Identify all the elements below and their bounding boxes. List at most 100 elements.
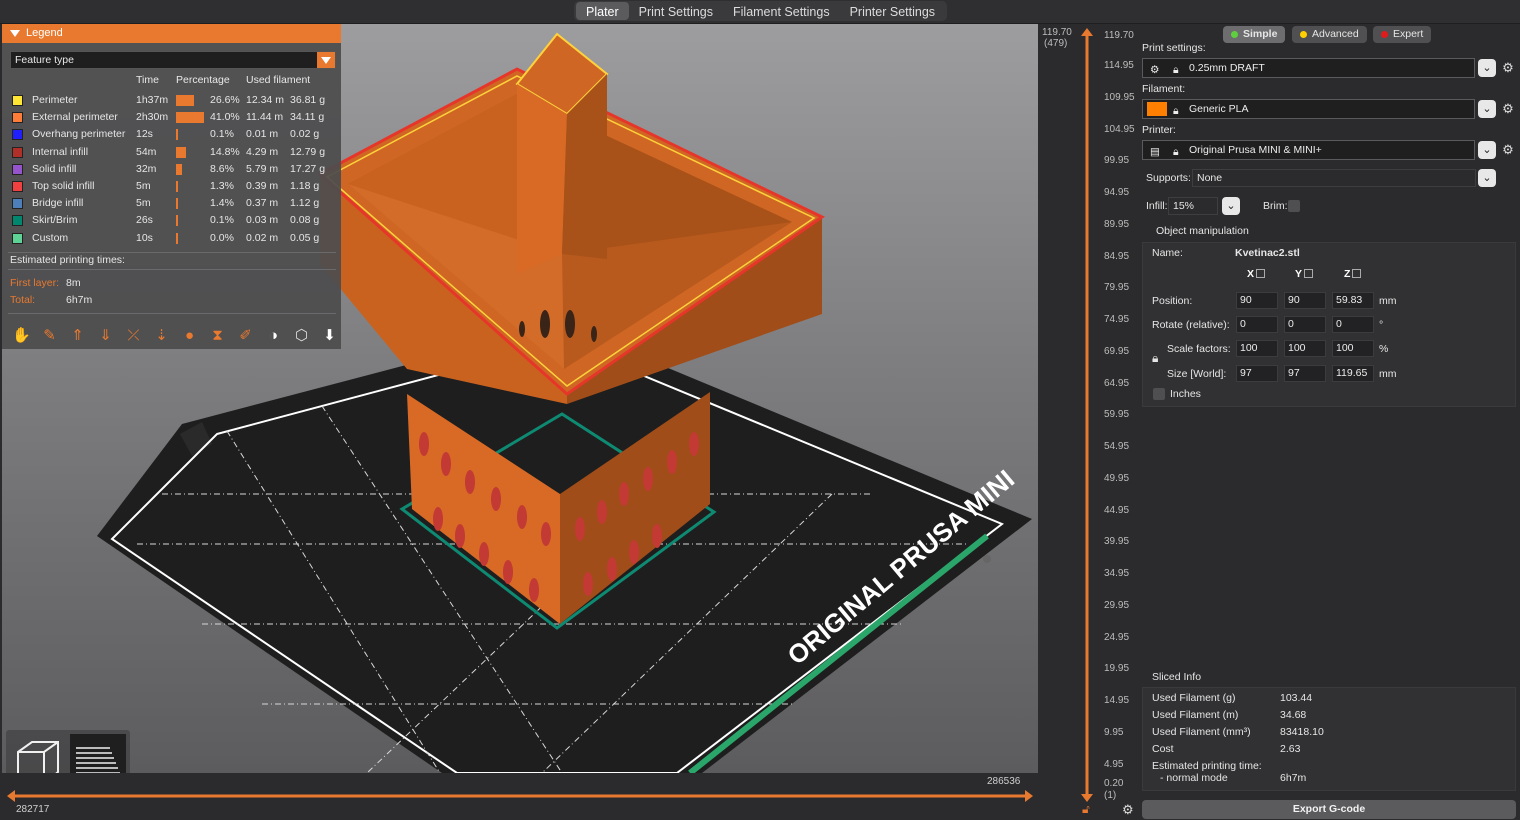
uniform-scale-lock-icon[interactable]: 🔒︎ <box>1152 351 1158 366</box>
v-slider-tick: 119.70 <box>1104 30 1134 41</box>
legend-divider <box>8 269 336 270</box>
tab-filament-settings[interactable]: Filament Settings <box>723 2 840 20</box>
legend-divider <box>8 313 336 314</box>
inches-checkbox[interactable] <box>1153 388 1165 400</box>
deretractions-icon[interactable]: ⇓ <box>94 324 117 347</box>
legend-row[interactable]: Bridge infill 5m 1.4% 0.37 m 1.12 g <box>2 195 341 212</box>
mode-expert-label: Expert <box>1393 28 1424 40</box>
infill-select[interactable]: 15% <box>1168 197 1218 215</box>
legend-percentage: 1.4% <box>210 197 234 210</box>
h-slider-left-thumb[interactable] <box>7 790 15 802</box>
gear-icon[interactable]: ⚙ <box>1500 101 1516 117</box>
rotate-x-input[interactable]: 0 <box>1236 316 1278 333</box>
settings-gear-icon[interactable]: ⚙ <box>1122 802 1134 818</box>
legend-percentage-bar <box>176 232 178 244</box>
legend-row[interactable]: External perimeter 2h30m 41.0% 11.44 m 34.11… <box>2 109 341 126</box>
horizontal-moves-slider[interactable]: 286536 282717 <box>2 773 1038 820</box>
lock-icon: 🔒︎ <box>1173 64 1179 76</box>
shells-icon[interactable]: ⬡ <box>290 324 313 347</box>
rotate-z-input[interactable]: 0 <box>1332 316 1374 333</box>
h-slider-right-thumb[interactable] <box>1025 790 1033 802</box>
print-settings-label: Print settings: <box>1142 42 1206 54</box>
rotate-y-input[interactable]: 0 <box>1284 316 1326 333</box>
v-slider-bottom-thumb[interactable] <box>1081 794 1093 802</box>
seams-icon[interactable]: ⤫ <box>122 324 145 347</box>
size-y-input[interactable]: 97 <box>1284 365 1326 382</box>
first-layer-label: First layer: <box>10 277 60 289</box>
print-settings-combo[interactable]: ⚙ 🔒︎ 0.25mm DRAFT <box>1142 58 1475 78</box>
position-unit: mm <box>1379 295 1397 307</box>
position-x-input[interactable]: 90 <box>1236 292 1278 309</box>
brim-checkbox[interactable] <box>1288 200 1300 212</box>
layers-view-icon[interactable] <box>70 734 126 773</box>
center-of-gravity-icon[interactable]: ◑ <box>262 324 285 347</box>
wipe-icon[interactable]: ✎ <box>38 324 61 347</box>
filament-color-swatch <box>1147 102 1167 116</box>
size-z-input[interactable]: 119.65 <box>1332 365 1374 382</box>
gear-icon[interactable]: ⚙ <box>1500 142 1516 158</box>
mode-advanced-button[interactable]: Advanced <box>1292 26 1367 43</box>
legend-time: 2h30m <box>136 111 169 124</box>
legend-time: 5m <box>136 180 151 192</box>
filament-combo[interactable]: 🔒︎ Generic PLA <box>1142 99 1475 119</box>
supports-select[interactable]: None <box>1192 169 1476 187</box>
infill-value: 15% <box>1173 200 1195 212</box>
tool-marker-icon[interactable]: ⬇ <box>318 324 341 347</box>
mode-expert-button[interactable]: Expert <box>1373 26 1432 43</box>
h-slider-right-value: 286536 <box>987 776 1021 787</box>
vertical-layers-slider[interactable]: 119.70 (479) 119.70 114.95 109.95 104.95 99.… <box>1038 24 1140 820</box>
lock-icon[interactable]: 🔓︎ <box>1082 802 1090 817</box>
gear-icon: ⚙ <box>1150 64 1160 76</box>
lock-icon: 🔒︎ <box>1173 146 1179 158</box>
travel-icon[interactable]: ✋ <box>10 324 33 347</box>
pause-prints-icon[interactable]: ⧗ <box>206 324 229 347</box>
export-gcode-button[interactable]: Export G-code <box>1142 800 1516 819</box>
tab-print-settings[interactable]: Print Settings <box>629 2 723 20</box>
size-x-input[interactable]: 97 <box>1236 365 1278 382</box>
color-changes-icon[interactable]: ● <box>178 324 201 347</box>
sliced-info-value: 2.63 <box>1280 743 1301 755</box>
legend-row[interactable]: Skirt/Brim 26s 0.1% 0.03 m 0.08 g <box>2 212 341 229</box>
v-slider-top-thumb[interactable] <box>1081 28 1093 36</box>
v-slider-top-value: 119.70 <box>1042 27 1072 38</box>
scale-x-input[interactable]: 100 <box>1236 340 1278 357</box>
position-y-input[interactable]: 90 <box>1284 292 1326 309</box>
h-slider-track[interactable] <box>2 787 1038 805</box>
legend-header[interactable]: Legend <box>2 24 341 43</box>
legend-row[interactable]: Internal infill 54m 14.8% 4.29 m 12.79 g <box>2 144 341 161</box>
legend-swatch <box>12 95 23 106</box>
scale-y-input[interactable]: 100 <box>1284 340 1326 357</box>
retractions-icon[interactable]: ⇑ <box>66 324 89 347</box>
printer-value: Original Prusa MINI & MINI+ <box>1189 144 1322 156</box>
legend-panel: Legend Feature type Time Percentage Used… <box>2 24 341 349</box>
legend-row[interactable]: Perimeter 1h37m 26.6% 12.34 m 36.81 g <box>2 92 341 109</box>
position-z-input[interactable]: 59.83 <box>1332 292 1374 309</box>
scale-z-input[interactable]: 100 <box>1332 340 1374 357</box>
v-slider-track[interactable] <box>1080 26 1094 806</box>
legend-row[interactable]: Solid infill 32m 8.6% 5.79 m 17.27 g <box>2 161 341 178</box>
chevron-down-icon[interactable] <box>317 52 335 68</box>
printer-combo[interactable]: ▤ 🔒︎ Original Prusa MINI & MINI+ <box>1142 140 1475 160</box>
chevron-down-icon[interactable]: ⌄ <box>1478 169 1496 187</box>
legend-row[interactable]: Overhang perimeter 12s 0.1% 0.01 m 0.02 g <box>2 126 341 143</box>
chevron-down-icon[interactable]: ⌄ <box>1222 197 1240 215</box>
axis-z-header: Z <box>1344 268 1362 280</box>
legend-row[interactable]: Custom 10s 0.0% 0.02 m 0.05 g <box>2 230 341 247</box>
tool-changes-icon[interactable]: ⇣ <box>150 324 173 347</box>
tab-printer-settings[interactable]: Printer Settings <box>840 2 945 20</box>
chevron-down-icon[interactable]: ⌄ <box>1478 59 1496 77</box>
chevron-down-icon[interactable]: ⌄ <box>1478 141 1496 159</box>
tab-plater[interactable]: Plater <box>576 2 629 20</box>
gear-icon[interactable]: ⚙ <box>1500 60 1516 76</box>
legend-row[interactable]: Top solid infill 5m 1.3% 0.39 m 1.18 g <box>2 178 341 195</box>
mode-simple-button[interactable]: Simple <box>1223 26 1286 43</box>
custom-gcode-icon[interactable]: ✐ <box>234 324 257 347</box>
collapse-triangle-icon[interactable] <box>10 30 20 37</box>
chevron-down-icon[interactable]: ⌄ <box>1478 100 1496 118</box>
view-type-select[interactable]: Feature type <box>10 51 336 69</box>
3d-view-cube-icon[interactable] <box>10 734 66 773</box>
sliced-info-label: Used Filament (g) <box>1152 692 1236 704</box>
legend-feature-name: Custom <box>32 231 69 244</box>
main-tabs: Plater Print Settings Filament Settings … <box>574 1 948 21</box>
legend-swatch <box>12 181 23 192</box>
